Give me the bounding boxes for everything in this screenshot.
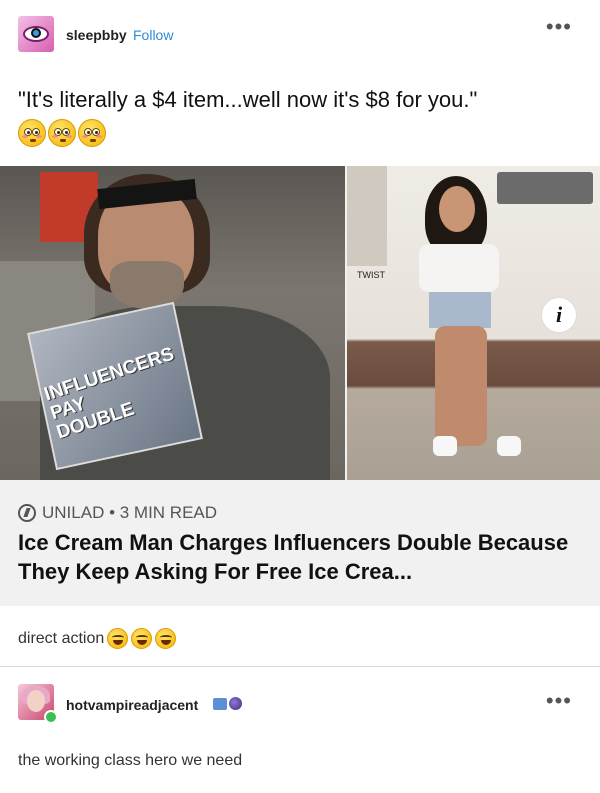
flushed-face-icon [48, 119, 76, 147]
reply-username[interactable]: hotvampireadjacent [66, 697, 198, 713]
more-options-icon[interactable]: ••• [546, 16, 572, 38]
comment-text: direct action [18, 628, 177, 649]
post-text: "It's literally a $4 item...well now it'… [18, 87, 478, 112]
info-icon[interactable]: i [541, 297, 577, 333]
online-status-icon [44, 710, 58, 724]
laughing-face-icon [131, 628, 153, 649]
flag-badge-icon [213, 697, 227, 710]
flushed-face-icon [78, 119, 106, 147]
username[interactable]: sleepbby [66, 27, 127, 43]
photo-ice-cream-man: INFLUENCERS PAY DOUBLE [0, 166, 345, 480]
reply-text: the working class hero we need [18, 752, 243, 769]
link-card[interactable]: INFLUENCERS PAY DOUBLE TWIST [0, 166, 600, 606]
post-header: sleepbby Follow ••• [0, 0, 600, 70]
laughing-face-icon [155, 628, 177, 649]
flushed-face-icon [18, 119, 46, 147]
globe-badge-icon [229, 697, 242, 710]
truck-sign-text: TWIST [357, 270, 385, 280]
follow-button[interactable]: Follow [133, 27, 173, 43]
avatar[interactable] [18, 16, 54, 52]
emoji-row [18, 119, 106, 147]
laughing-face-icon [107, 628, 129, 649]
badges [213, 697, 242, 710]
more-options-icon[interactable]: ••• [546, 690, 572, 712]
divider [0, 666, 600, 667]
